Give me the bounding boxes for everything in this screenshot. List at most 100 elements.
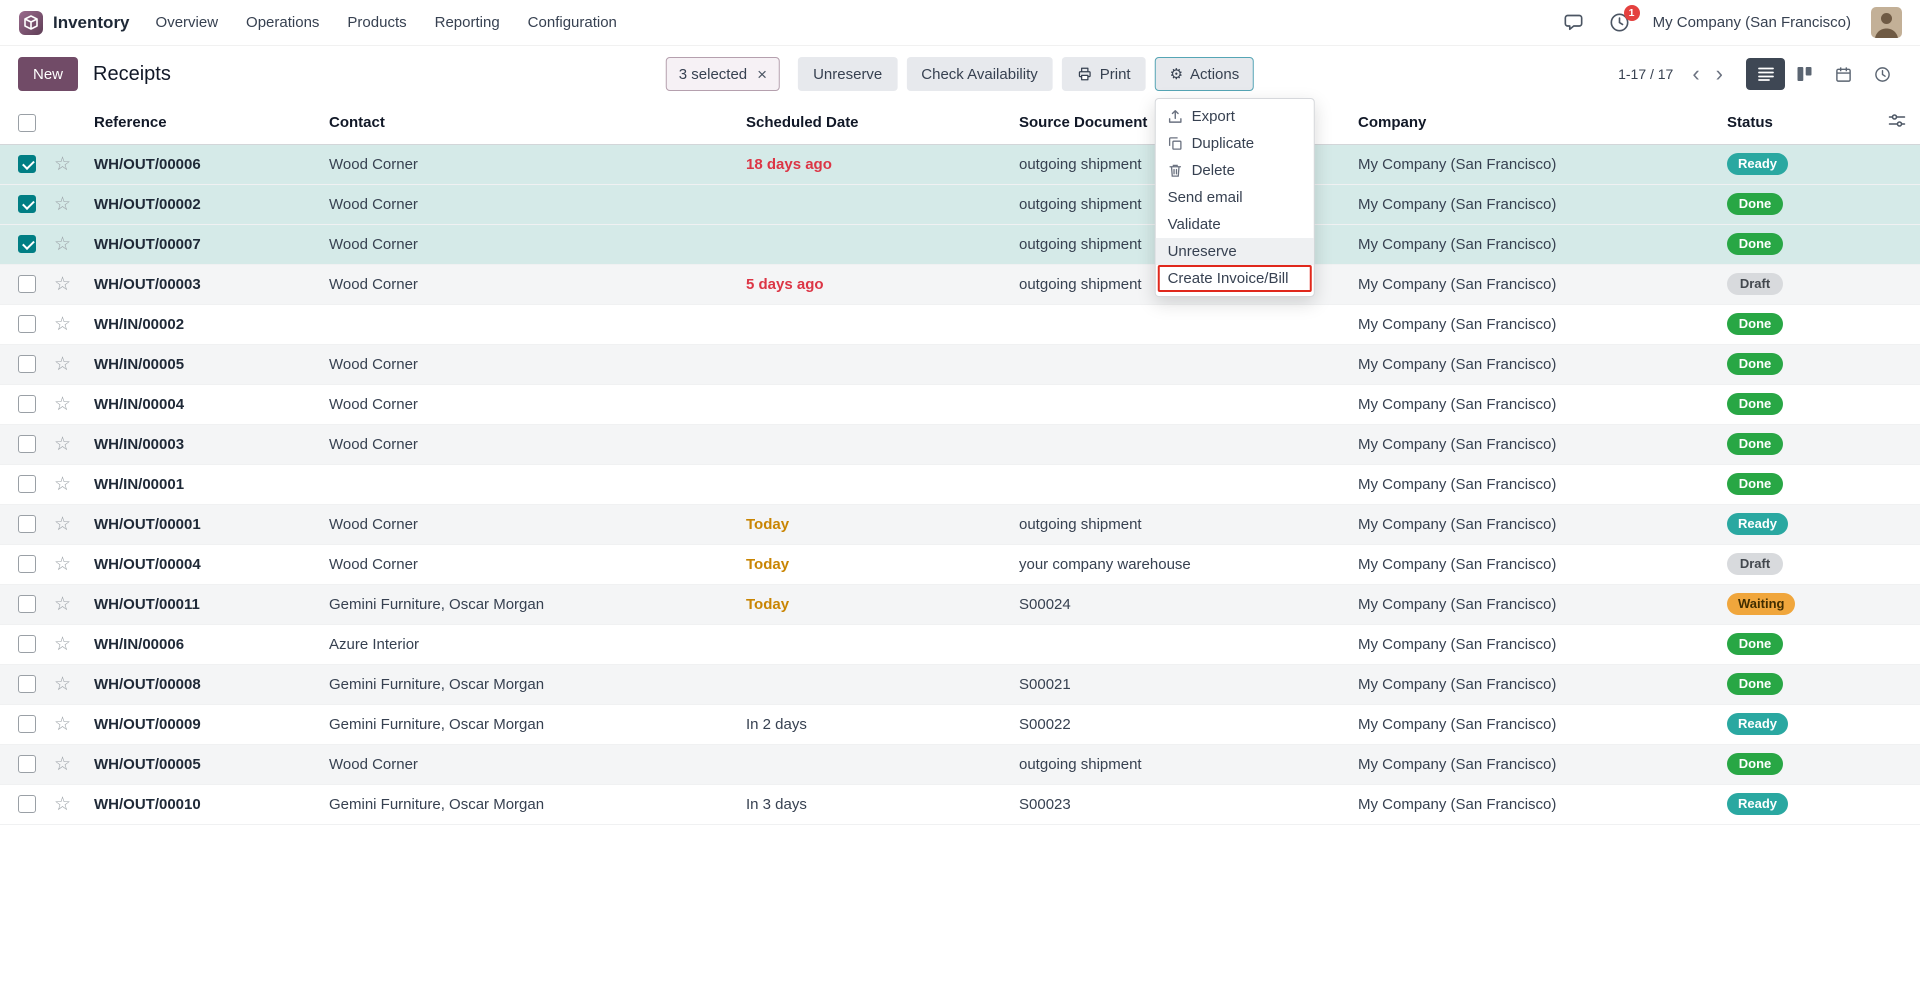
activities-icon[interactable]: 1 xyxy=(1607,10,1633,36)
table-row[interactable]: ☆ WH/OUT/00005 Wood Corner outgoing ship… xyxy=(0,744,1920,784)
favorite-star-icon[interactable]: ☆ xyxy=(54,594,71,615)
menu-products[interactable]: Products xyxy=(347,14,406,31)
list-view-icon[interactable] xyxy=(1746,58,1785,90)
table-row[interactable]: ☆ WH/OUT/00011 Gemini Furniture, Oscar M… xyxy=(0,584,1920,624)
table-row[interactable]: ☆ WH/IN/00005 Wood Corner My Company (Sa… xyxy=(0,344,1920,384)
row-checkbox[interactable] xyxy=(18,435,36,453)
user-avatar[interactable] xyxy=(1871,7,1902,38)
table-row[interactable]: ☆ WH/IN/00001 My Company (San Francisco)… xyxy=(0,464,1920,504)
cell-company: My Company (San Francisco) xyxy=(1350,784,1719,824)
favorite-star-icon[interactable]: ☆ xyxy=(54,674,71,695)
select-all-checkbox[interactable] xyxy=(18,114,36,132)
row-checkbox[interactable] xyxy=(18,475,36,493)
table-row[interactable]: ☆ WH/OUT/00009 Gemini Furniture, Oscar M… xyxy=(0,704,1920,744)
activity-view-icon[interactable] xyxy=(1863,58,1902,90)
row-checkbox[interactable] xyxy=(18,275,36,293)
menu-reporting[interactable]: Reporting xyxy=(435,14,500,31)
favorite-star-icon[interactable]: ☆ xyxy=(54,754,71,775)
cell-source-document: outgoing shipment xyxy=(1011,504,1350,544)
row-checkbox[interactable] xyxy=(18,635,36,653)
company-switcher[interactable]: My Company (San Francisco) xyxy=(1653,14,1851,31)
row-checkbox[interactable] xyxy=(18,755,36,773)
unreserve-button[interactable]: Unreserve xyxy=(798,57,897,91)
menu-item-validate[interactable]: Validate xyxy=(1156,211,1314,238)
favorite-star-icon[interactable]: ☆ xyxy=(54,634,71,655)
row-checkbox[interactable] xyxy=(18,195,36,213)
col-header-contact[interactable]: Contact xyxy=(321,102,738,144)
favorite-star-icon[interactable]: ☆ xyxy=(54,354,71,375)
row-checkbox[interactable] xyxy=(18,395,36,413)
favorite-star-icon[interactable]: ☆ xyxy=(54,234,71,255)
clear-selection-icon[interactable]: × xyxy=(757,66,767,83)
cell-company: My Company (San Francisco) xyxy=(1350,424,1719,464)
col-header-company[interactable]: Company xyxy=(1350,102,1719,144)
row-checkbox[interactable] xyxy=(18,155,36,173)
favorite-star-icon[interactable]: ☆ xyxy=(54,154,71,175)
row-checkbox[interactable] xyxy=(18,355,36,373)
favorite-star-icon[interactable]: ☆ xyxy=(54,394,71,415)
table-row[interactable]: ☆ WH/OUT/00010 Gemini Furniture, Oscar M… xyxy=(0,784,1920,824)
favorite-star-icon[interactable]: ☆ xyxy=(54,514,71,535)
duplicate-icon xyxy=(1168,136,1184,151)
table-row[interactable]: ☆ WH/OUT/00002 Wood Corner outgoing ship… xyxy=(0,184,1920,224)
table-row[interactable]: ☆ WH/OUT/00004 Wood Corner Today your co… xyxy=(0,544,1920,584)
favorite-star-icon[interactable]: ☆ xyxy=(54,434,71,455)
check-availability-button[interactable]: Check Availability xyxy=(906,57,1052,91)
row-checkbox[interactable] xyxy=(18,675,36,693)
menu-item-label: Duplicate xyxy=(1192,135,1255,152)
row-checkbox[interactable] xyxy=(18,795,36,813)
pager-value[interactable]: 1-17 / 17 xyxy=(1618,66,1673,82)
kanban-view-icon[interactable] xyxy=(1785,58,1824,90)
favorite-star-icon[interactable]: ☆ xyxy=(54,714,71,735)
menu-item-unreserve[interactable]: Unreserve xyxy=(1156,238,1314,265)
menu-configuration[interactable]: Configuration xyxy=(528,14,617,31)
menu-operations[interactable]: Operations xyxy=(246,14,319,31)
menu-item-duplicate[interactable]: Duplicate xyxy=(1156,130,1314,157)
menu-item-delete[interactable]: Delete xyxy=(1156,157,1314,184)
status-badge: Done xyxy=(1727,193,1783,216)
favorite-star-icon[interactable]: ☆ xyxy=(54,194,71,215)
menu-item-export[interactable]: Export xyxy=(1156,103,1314,130)
favorite-star-icon[interactable]: ☆ xyxy=(54,794,71,815)
gear-icon: ⚙ xyxy=(1170,67,1183,82)
table-row[interactable]: ☆ WH/IN/00004 Wood Corner My Company (Sa… xyxy=(0,384,1920,424)
col-header-scheduled-date[interactable]: Scheduled Date xyxy=(738,102,1011,144)
pager-previous-icon[interactable]: ‹ xyxy=(1685,63,1706,85)
print-button[interactable]: Print xyxy=(1062,57,1146,91)
app-switcher[interactable]: Inventory xyxy=(18,10,130,36)
table-row[interactable]: ☆ WH/OUT/00008 Gemini Furniture, Oscar M… xyxy=(0,664,1920,704)
cell-company: My Company (San Francisco) xyxy=(1350,304,1719,344)
col-header-reference[interactable]: Reference xyxy=(86,102,321,144)
row-checkbox[interactable] xyxy=(18,715,36,733)
row-checkbox[interactable] xyxy=(18,555,36,573)
selection-count-badge: 3 selected × xyxy=(666,57,780,91)
table-row[interactable]: ☆ WH/IN/00006 Azure Interior My Company … xyxy=(0,624,1920,664)
favorite-star-icon[interactable]: ☆ xyxy=(54,274,71,295)
table-row[interactable]: ☆ WH/OUT/00006 Wood Corner 18 days ago o… xyxy=(0,144,1920,184)
cell-source-document xyxy=(1011,424,1350,464)
messages-icon[interactable] xyxy=(1561,10,1587,36)
status-badge: Ready xyxy=(1727,713,1788,736)
row-checkbox[interactable] xyxy=(18,515,36,533)
table-row[interactable]: ☆ WH/IN/00003 Wood Corner My Company (Sa… xyxy=(0,424,1920,464)
optional-columns-icon[interactable] xyxy=(1888,112,1906,129)
new-button[interactable]: New xyxy=(18,57,78,91)
cell-reference: WH/OUT/00003 xyxy=(86,264,321,304)
actions-button[interactable]: ⚙ Actions xyxy=(1155,57,1255,91)
favorite-star-icon[interactable]: ☆ xyxy=(54,314,71,335)
calendar-view-icon[interactable] xyxy=(1824,58,1863,90)
menu-item-create-invoice-bill[interactable]: Create Invoice/Bill xyxy=(1158,265,1312,292)
table-row[interactable]: ☆ WH/OUT/00001 Wood Corner Today outgoin… xyxy=(0,504,1920,544)
favorite-star-icon[interactable]: ☆ xyxy=(54,474,71,495)
favorite-star-icon[interactable]: ☆ xyxy=(54,554,71,575)
table-row[interactable]: ☆ WH/IN/00002 My Company (San Francisco)… xyxy=(0,304,1920,344)
table-row[interactable]: ☆ WH/OUT/00007 Wood Corner outgoing ship… xyxy=(0,224,1920,264)
row-checkbox[interactable] xyxy=(18,595,36,613)
menu-overview[interactable]: Overview xyxy=(156,14,219,31)
menu-item-send-email[interactable]: Send email xyxy=(1156,184,1314,211)
pager-next-icon[interactable]: › xyxy=(1709,63,1730,85)
table-row[interactable]: ☆ WH/OUT/00003 Wood Corner 5 days ago ou… xyxy=(0,264,1920,304)
col-header-status[interactable]: Status xyxy=(1719,102,1855,144)
row-checkbox[interactable] xyxy=(18,315,36,333)
row-checkbox[interactable] xyxy=(18,235,36,253)
